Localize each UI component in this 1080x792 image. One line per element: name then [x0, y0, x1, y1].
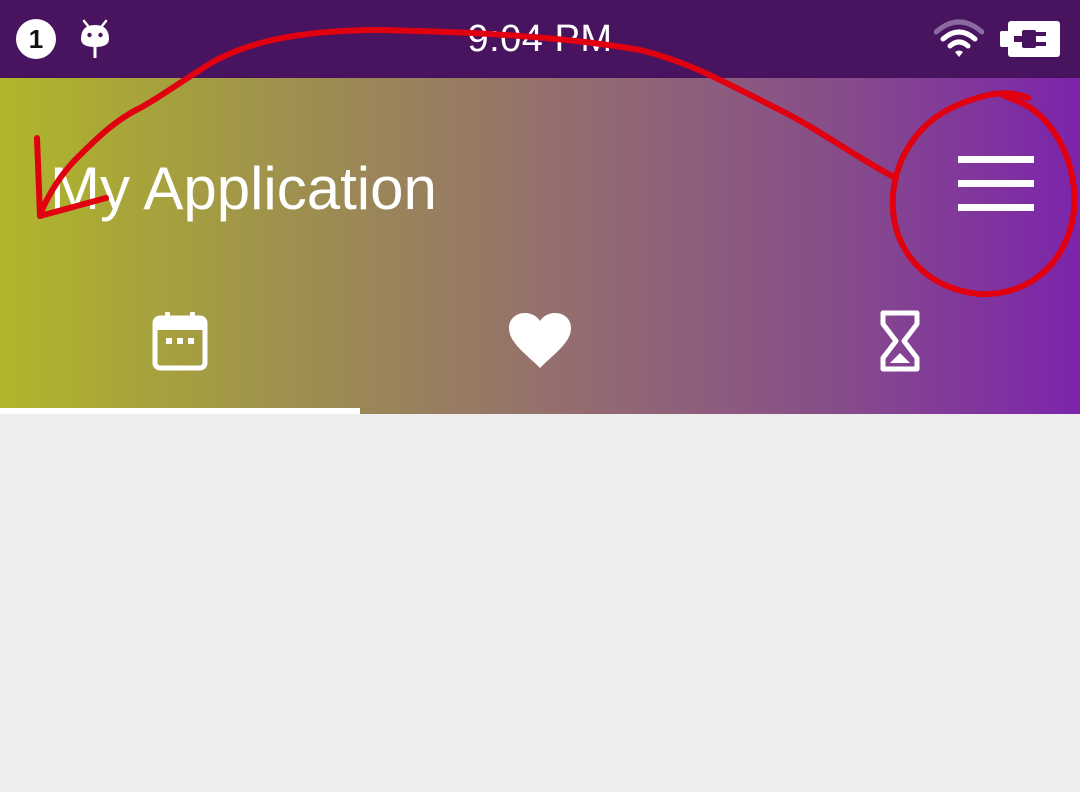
tab-history[interactable] [720, 290, 1080, 414]
status-clock: 9:04 PM [467, 18, 613, 60]
content-area [0, 414, 1080, 792]
hamburger-menu-icon-middle-bar [958, 180, 1034, 187]
hourglass-icon [880, 310, 920, 372]
app-title: My Application [50, 155, 437, 222]
wifi-icon [934, 19, 984, 57]
heart-icon [509, 313, 571, 368]
tab-bar [0, 290, 1080, 414]
hamburger-menu-icon-bottom-bar [958, 204, 1034, 211]
app-bar: My Application [0, 78, 1080, 414]
app-screen: 1 9:04 PM My Application [0, 0, 1080, 792]
tab-calendar[interactable] [0, 290, 360, 414]
battery-charging-icon [1000, 21, 1060, 57]
status-bar: 1 9:04 PM [0, 0, 1080, 78]
hamburger-menu-icon-top-bar [958, 156, 1034, 163]
tab-favorites[interactable] [360, 290, 720, 414]
menu-button[interactable] [940, 144, 1052, 226]
calendar-icon [152, 312, 208, 371]
